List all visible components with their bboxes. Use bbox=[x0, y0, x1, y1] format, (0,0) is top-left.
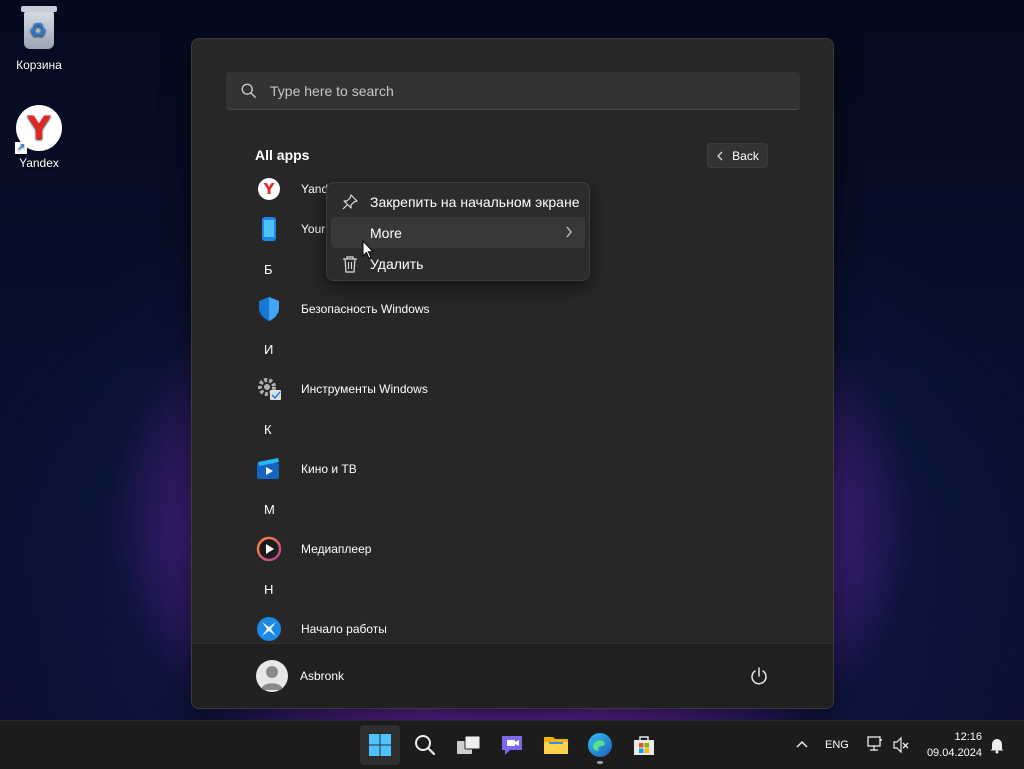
letter-header-i[interactable]: И bbox=[247, 329, 787, 369]
windows-start-icon bbox=[369, 734, 391, 756]
chat-icon bbox=[502, 736, 522, 755]
start-user-bar: Asbronk bbox=[192, 643, 833, 708]
chevron-left-icon bbox=[717, 151, 723, 160]
letter-label: Б bbox=[264, 261, 273, 277]
back-button-label: Back bbox=[732, 148, 759, 163]
trash-icon bbox=[340, 254, 360, 274]
app-item-windows-tools[interactable]: Инструменты Windows bbox=[247, 369, 787, 409]
context-pin-to-start[interactable]: Закрепить на начальном экране bbox=[331, 186, 585, 217]
app-item-media-player[interactable]: Медиаплеер bbox=[247, 529, 787, 569]
letter-header-n[interactable]: Н bbox=[247, 569, 787, 609]
back-button[interactable]: Back bbox=[707, 143, 768, 168]
chevron-up-icon[interactable] bbox=[795, 739, 809, 749]
letter-label: И bbox=[264, 341, 274, 357]
yandex-icon: Y ↗ bbox=[15, 104, 63, 154]
phone-link-icon bbox=[256, 216, 282, 242]
network-icon[interactable] bbox=[866, 735, 884, 753]
taskbar-edge-button[interactable] bbox=[580, 725, 620, 765]
power-icon[interactable] bbox=[749, 666, 769, 686]
film-icon bbox=[256, 456, 282, 482]
start-menu: All apps Back Y Yand Your Б Безопасность… bbox=[191, 38, 834, 709]
search-icon bbox=[415, 735, 436, 756]
notifications-icon[interactable] bbox=[988, 736, 1006, 754]
taskbar-file-explorer-button[interactable] bbox=[536, 725, 576, 765]
app-item-label: Кино и ТВ bbox=[301, 462, 357, 476]
app-item-label: Медиаплеер bbox=[301, 542, 372, 556]
user-avatar[interactable] bbox=[256, 660, 288, 692]
clock-time: 12:16 bbox=[954, 731, 982, 743]
desktop-icon-label: Корзина bbox=[16, 58, 62, 72]
clock-date: 09.04.2024 bbox=[926, 747, 982, 759]
letter-label: К bbox=[264, 421, 272, 437]
search-input[interactable] bbox=[268, 81, 752, 100]
letter-label: М bbox=[264, 501, 275, 517]
store-icon bbox=[634, 736, 654, 755]
app-item-label: Безопасность Windows bbox=[301, 302, 430, 316]
desktop-icon-label: Yandex bbox=[19, 156, 59, 170]
taskbar-task-view-button[interactable] bbox=[449, 725, 489, 765]
media-player-icon bbox=[256, 536, 282, 562]
search-icon bbox=[241, 83, 256, 98]
edge-icon bbox=[588, 733, 612, 757]
user-name[interactable]: Asbronk bbox=[300, 669, 344, 683]
taskbar: ENG 12:16 09.04.2024 bbox=[0, 720, 1024, 769]
letter-header-m[interactable]: М bbox=[247, 489, 787, 529]
mouse-cursor-icon bbox=[362, 240, 374, 260]
context-item-label: Удалить bbox=[370, 255, 424, 272]
pin-icon bbox=[340, 192, 360, 212]
app-item-label: Your bbox=[301, 222, 326, 236]
app-item-windows-security[interactable]: Безопасность Windows bbox=[247, 289, 787, 329]
yandex-icon: Y bbox=[256, 176, 282, 202]
letter-header-k[interactable]: К bbox=[247, 409, 787, 449]
volume-muted-icon[interactable] bbox=[892, 736, 910, 754]
user-icon bbox=[261, 666, 283, 690]
all-apps-title: All apps bbox=[255, 147, 310, 163]
taskbar-chat-button[interactable] bbox=[492, 725, 532, 765]
chevron-right-icon bbox=[566, 226, 572, 238]
file-explorer-icon bbox=[544, 737, 568, 754]
recycle-bin-icon bbox=[15, 6, 63, 54]
taskbar-store-button[interactable] bbox=[624, 725, 664, 765]
taskbar-search-button[interactable] bbox=[405, 725, 445, 765]
app-item-get-started[interactable]: Начало работы bbox=[247, 609, 787, 641]
app-item-label: Инструменты Windows bbox=[301, 382, 428, 396]
get-started-icon bbox=[256, 616, 282, 641]
context-item-label: More bbox=[370, 224, 402, 241]
shield-icon bbox=[256, 296, 282, 322]
app-item-label: Yand bbox=[301, 182, 329, 196]
desktop-icon-recycle-bin[interactable]: Корзина bbox=[4, 6, 74, 72]
shortcut-arrow-icon: ↗ bbox=[15, 142, 27, 154]
task-view-icon bbox=[457, 735, 481, 754]
app-item-movies-tv[interactable]: Кино и ТВ bbox=[247, 449, 787, 489]
language-indicator[interactable]: ENG bbox=[825, 721, 849, 769]
taskbar-start-button[interactable] bbox=[360, 725, 400, 765]
taskbar-clock[interactable]: 12:16 09.04.2024 bbox=[927, 729, 982, 761]
context-item-label: Закрепить на начальном экране bbox=[370, 193, 580, 210]
app-context-menu: Закрепить на начальном экране More Удали… bbox=[326, 182, 590, 281]
start-search-box[interactable] bbox=[226, 72, 800, 110]
svg-text:Y: Y bbox=[263, 180, 276, 198]
desktop-icon-yandex[interactable]: Y ↗ Yandex bbox=[4, 104, 74, 170]
running-indicator bbox=[597, 761, 603, 764]
app-item-label: Начало работы bbox=[301, 622, 387, 636]
tools-gear-icon bbox=[256, 376, 282, 402]
letter-label: Н bbox=[264, 581, 274, 597]
